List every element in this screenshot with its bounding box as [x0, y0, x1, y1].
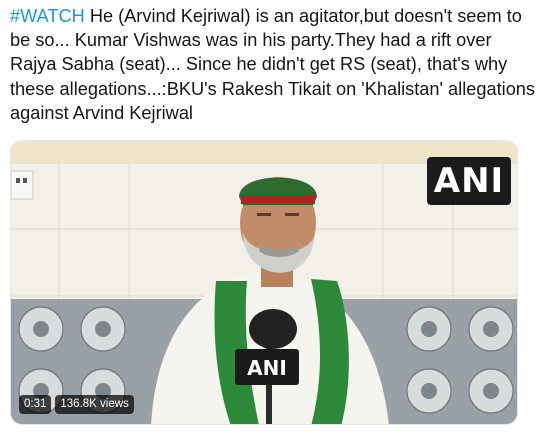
tweet-text: #WATCH He (Arvind Kejriwal) is an agitat…: [10, 4, 540, 125]
mic-label: ANI: [247, 356, 287, 380]
view-count: 136.8K views: [55, 395, 134, 414]
video-player[interactable]: ANI ANI 0:31 136.8K views: [10, 140, 518, 425]
video-overlay: 0:31 136.8K views: [19, 395, 134, 414]
hashtag-link[interactable]: #WATCH: [10, 6, 85, 26]
tweet-body: He (Arvind Kejriwal) is an agitator,but …: [10, 6, 536, 123]
video-duration: 0:31: [19, 395, 52, 414]
ani-logo: ANI: [427, 157, 511, 205]
